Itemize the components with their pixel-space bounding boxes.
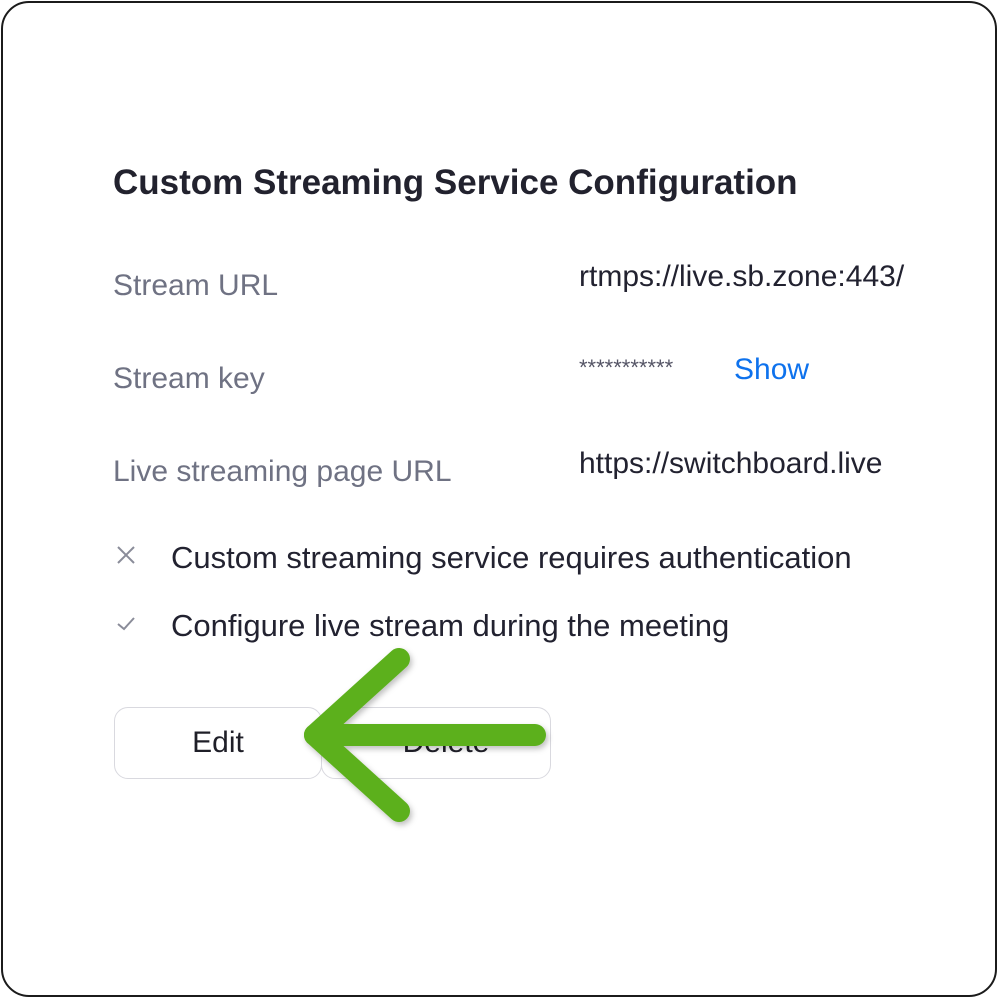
page-title: Custom Streaming Service Configuration	[113, 163, 798, 202]
stream-url-label: Stream URL	[113, 269, 279, 302]
stream-url-value: rtmps://live.sb.zone:443/	[579, 260, 905, 293]
show-key-link[interactable]: Show	[734, 353, 809, 387]
edit-button[interactable]: Edit	[114, 707, 322, 779]
delete-button[interactable]: Delete	[321, 707, 551, 779]
delete-button-label: Delete	[402, 726, 490, 759]
x-icon-glyph	[117, 545, 135, 564]
check-icon-glyph	[117, 616, 135, 630]
edit-button-label: Edit	[192, 726, 244, 759]
stream-key-value: ***********	[579, 355, 674, 380]
option-configure-label: Configure live stream during the meeting	[171, 608, 730, 643]
arrow-left-icon	[304, 648, 546, 822]
check-icon	[115, 612, 145, 641]
live-page-url-label: Live streaming page URL	[113, 455, 452, 488]
option-authentication-label: Custom streaming service requires authen…	[171, 540, 852, 575]
option-authentication: Custom streaming service requires authen…	[115, 540, 852, 576]
screenshot-frame: Custom Streaming Service Configuration S…	[1, 1, 997, 997]
live-page-url-value: https://switchboard.live	[579, 447, 883, 480]
x-icon	[115, 544, 145, 573]
stream-key-label: Stream key	[113, 362, 265, 395]
option-configure-during-meeting: Configure live stream during the meeting	[115, 608, 729, 644]
